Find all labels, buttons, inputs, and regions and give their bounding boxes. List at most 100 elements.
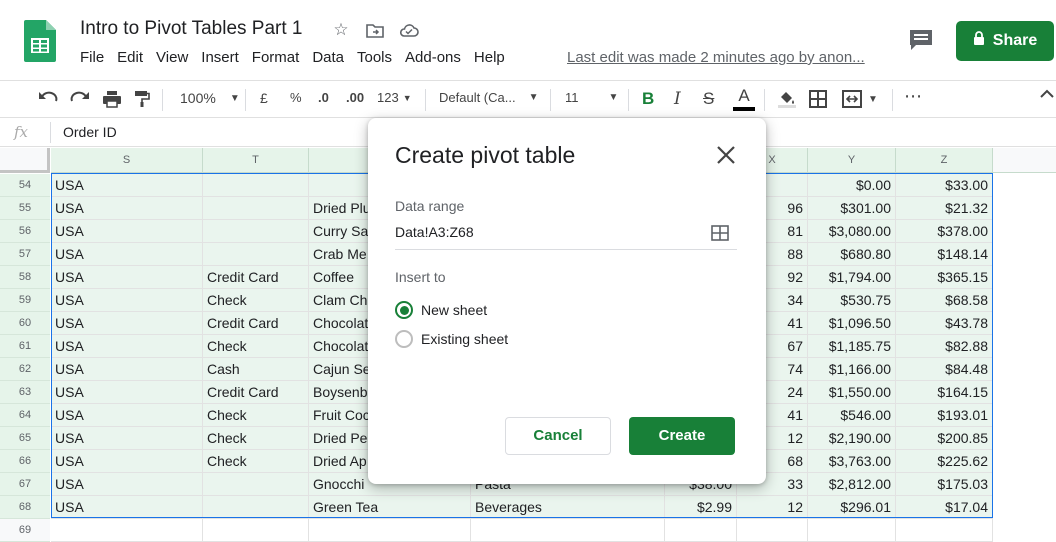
zoom-select[interactable]: 100% ▼ (180, 90, 240, 106)
menu-edit[interactable]: Edit (117, 49, 150, 66)
undo-icon[interactable] (38, 90, 58, 104)
cell-z[interactable] (896, 519, 993, 542)
font-family-select[interactable]: Default (Ca... ▼ (439, 90, 539, 105)
cell-y[interactable]: $301.00 (808, 197, 896, 220)
fill-color-icon[interactable] (777, 88, 797, 108)
redo-icon[interactable] (70, 90, 90, 104)
merge-cells-icon[interactable]: ▼ (842, 90, 878, 108)
radio-existing-sheet[interactable]: Existing sheet (395, 330, 508, 348)
cell-s[interactable]: USA (51, 450, 203, 473)
row-number[interactable]: 66 (0, 450, 50, 473)
cell-t[interactable] (203, 220, 309, 243)
cell-t[interactable] (203, 519, 309, 542)
cell-u[interactable]: Green Tea (309, 496, 471, 519)
share-button[interactable]: Share (956, 21, 1054, 61)
cell-w[interactable] (665, 519, 737, 542)
cell-s[interactable]: USA (51, 335, 203, 358)
text-color-button[interactable]: A (733, 86, 755, 111)
row-number[interactable]: 54 (0, 174, 50, 197)
borders-icon[interactable] (809, 90, 827, 108)
cell-y[interactable]: $2,812.00 (808, 473, 896, 496)
cell-y[interactable]: $1,096.50 (808, 312, 896, 335)
cell-s[interactable] (51, 519, 203, 542)
menu-data[interactable]: Data (312, 49, 351, 66)
font-size-select[interactable]: 11 ▼ (565, 90, 618, 105)
print-icon[interactable] (102, 90, 122, 108)
select-range-grid-icon[interactable] (711, 224, 729, 242)
cell-z[interactable]: $365.15 (896, 266, 993, 289)
column-header-s[interactable]: S (51, 148, 203, 173)
cell-z[interactable]: $82.88 (896, 335, 993, 358)
decrease-decimal-button[interactable]: .0 (318, 90, 329, 105)
cell-t[interactable] (203, 496, 309, 519)
row-number[interactable]: 65 (0, 427, 50, 450)
last-edit-link[interactable]: Last edit was made 2 minutes ago by anon… (567, 49, 865, 66)
cell-t[interactable] (203, 197, 309, 220)
sheets-logo-icon[interactable] (24, 20, 56, 62)
row-number[interactable]: 69 (0, 519, 50, 542)
row-number[interactable]: 58 (0, 266, 50, 289)
cell-s[interactable]: USA (51, 496, 203, 519)
document-title[interactable]: Intro to Pivot Tables Part 1 (80, 18, 303, 40)
cell-z[interactable]: $193.01 (896, 404, 993, 427)
cell-s[interactable]: USA (51, 289, 203, 312)
menu-insert[interactable]: Insert (201, 49, 246, 66)
cell-t[interactable]: Check (203, 427, 309, 450)
row-number[interactable]: 59 (0, 289, 50, 312)
cell-z[interactable]: $225.62 (896, 450, 993, 473)
cell-z[interactable]: $84.48 (896, 358, 993, 381)
percent-format-button[interactable]: % (290, 90, 302, 105)
cell-y[interactable]: $1,794.00 (808, 266, 896, 289)
cell-y[interactable]: $1,185.75 (808, 335, 896, 358)
paint-format-icon[interactable] (134, 90, 150, 108)
cell-x[interactable]: 12 (737, 496, 808, 519)
row-number[interactable]: 56 (0, 220, 50, 243)
cell-z[interactable]: $17.04 (896, 496, 993, 519)
cell-x[interactable] (737, 519, 808, 542)
row-number[interactable]: 61 (0, 335, 50, 358)
cell-t[interactable]: Check (203, 404, 309, 427)
cell-y[interactable]: $3,763.00 (808, 450, 896, 473)
cell-w[interactable]: $2.99 (665, 496, 737, 519)
cell-t[interactable] (203, 243, 309, 266)
cell-t[interactable]: Cash (203, 358, 309, 381)
close-icon[interactable] (715, 144, 737, 166)
row-number[interactable]: 55 (0, 197, 50, 220)
row-number[interactable]: 67 (0, 473, 50, 496)
cloud-status-icon[interactable] (398, 19, 420, 41)
row-number[interactable]: 63 (0, 381, 50, 404)
cell-z[interactable]: $164.15 (896, 381, 993, 404)
cell-s[interactable]: USA (51, 174, 203, 197)
column-header-z[interactable]: Z (896, 148, 993, 173)
cell-s[interactable]: USA (51, 312, 203, 335)
column-header-t[interactable]: T (203, 148, 309, 173)
radio-unselected-icon[interactable] (395, 330, 413, 348)
increase-decimal-button[interactable]: .00 (346, 90, 364, 105)
cell-s[interactable]: USA (51, 266, 203, 289)
cell-s[interactable]: USA (51, 381, 203, 404)
cell-y[interactable]: $680.80 (808, 243, 896, 266)
cell-s[interactable]: USA (51, 243, 203, 266)
formula-input[interactable]: Order ID (63, 124, 117, 140)
cell-t[interactable]: Check (203, 335, 309, 358)
cell-t[interactable]: Check (203, 289, 309, 312)
cell-t[interactable]: Credit Card (203, 266, 309, 289)
cell-s[interactable]: USA (51, 220, 203, 243)
bold-button[interactable]: B (642, 89, 654, 109)
cell-t[interactable]: Credit Card (203, 312, 309, 335)
row-number[interactable]: 64 (0, 404, 50, 427)
create-button[interactable]: Create (629, 417, 735, 455)
cell-y[interactable]: $1,550.00 (808, 381, 896, 404)
row-number[interactable]: 60 (0, 312, 50, 335)
select-all-corner[interactable] (0, 148, 50, 173)
cell-z[interactable]: $175.03 (896, 473, 993, 496)
radio-new-sheet[interactable]: New sheet (395, 301, 487, 319)
collapse-toolbar-icon[interactable] (1040, 89, 1054, 99)
menu-format[interactable]: Format (252, 49, 307, 66)
cell-y[interactable]: $3,080.00 (808, 220, 896, 243)
column-header-y[interactable]: Y (808, 148, 896, 173)
cell-y[interactable]: $546.00 (808, 404, 896, 427)
menu-tools[interactable]: Tools (357, 49, 399, 66)
menu-help[interactable]: Help (474, 49, 512, 66)
cell-s[interactable]: USA (51, 404, 203, 427)
